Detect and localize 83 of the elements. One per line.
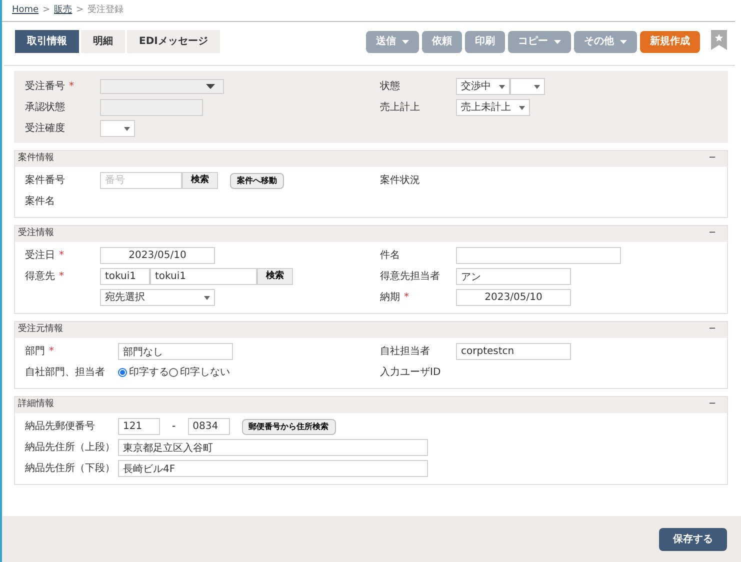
- text-field[interactable]: 部門なし: [118, 343, 233, 360]
- field-label: 入力ユーザID: [380, 366, 441, 380]
- dash-text: -: [171, 420, 177, 434]
- field-label: 案件状況: [380, 174, 420, 188]
- breadcrumb-link[interactable]: 販売: [54, 4, 72, 18]
- date-field[interactable]: 2023/05/10: [100, 247, 215, 264]
- caret-icon: [402, 40, 409, 44]
- date-field[interactable]: 2023/05/10: [456, 289, 571, 306]
- select-field[interactable]: 宛先選択: [100, 289, 215, 306]
- search-button[interactable]: 検索: [257, 268, 293, 285]
- postal-code-field[interactable]: 0834: [188, 418, 230, 435]
- caret-icon: [519, 106, 525, 110]
- collapse-toggle[interactable]: −: [708, 227, 724, 241]
- tab[interactable]: 取引情報: [15, 30, 79, 53]
- section-header[interactable]: 受注元情報 −: [15, 322, 727, 338]
- caret-icon: [124, 126, 130, 130]
- collapse-toggle[interactable]: −: [708, 323, 724, 337]
- section-header[interactable]: 案件情報 −: [15, 151, 727, 167]
- code-field[interactable]: tokui1: [100, 268, 150, 285]
- field-label: 自社部門、担当者: [25, 366, 105, 380]
- required-mark: *: [49, 345, 54, 359]
- name-field[interactable]: tokui1: [150, 268, 257, 285]
- tab[interactable]: EDIメッセージ: [127, 30, 220, 53]
- select-field[interactable]: [100, 120, 135, 137]
- field-label: 状態: [380, 80, 400, 94]
- field-label: 納品先郵便番号: [25, 420, 95, 434]
- select-field[interactable]: 売上未計上: [456, 99, 530, 116]
- section-header[interactable]: 詳細情報 −: [15, 397, 727, 413]
- field-label: 得意先: [25, 270, 55, 284]
- collapse-toggle[interactable]: −: [708, 398, 724, 412]
- bookmark-icon[interactable]: [711, 30, 727, 50]
- field-label: 件名: [380, 249, 400, 263]
- breadcrumb-separator: >: [76, 4, 84, 17]
- section-header[interactable]: 受注情報 −: [15, 226, 727, 242]
- save-button[interactable]: 保存する: [659, 528, 727, 550]
- text-field[interactable]: [456, 247, 621, 264]
- breadcrumb-current: 受注登録: [88, 4, 124, 17]
- text-field[interactable]: corptestcn: [456, 343, 571, 360]
- status-field[interactable]: [100, 99, 203, 116]
- address-field[interactable]: 長崎ビル4F: [118, 460, 428, 477]
- caret-icon: [534, 84, 540, 88]
- field-label: 受注番号: [25, 80, 65, 94]
- field-label: 受注日: [25, 248, 55, 263]
- field-label: 得意先担当者: [380, 270, 440, 284]
- required-mark: *: [404, 291, 409, 305]
- radio-option[interactable]: 印字しない: [169, 365, 230, 380]
- field-label: 部門: [25, 344, 45, 359]
- required-mark: *: [59, 270, 64, 284]
- section-title: 受注情報: [18, 227, 54, 240]
- collapse-toggle[interactable]: −: [708, 152, 724, 166]
- caret-icon: [206, 84, 215, 89]
- field-label: 納品先住所（上段）: [25, 440, 115, 455]
- search-button[interactable]: 検索: [182, 172, 218, 189]
- dropdown-field[interactable]: [100, 79, 224, 94]
- required-mark: *: [59, 249, 64, 263]
- select-field[interactable]: [510, 78, 545, 95]
- tab[interactable]: 明細: [81, 30, 125, 53]
- field-label: 自社担当者: [380, 344, 430, 359]
- section-title: 受注元情報: [18, 323, 63, 336]
- field-label: 納期: [380, 290, 400, 305]
- caret-icon: [499, 84, 505, 88]
- field-label: 案件名: [25, 194, 55, 209]
- caret-icon: [204, 296, 210, 300]
- address-field[interactable]: 東京都足立区入谷町: [118, 439, 428, 456]
- section-title: 詳細情報: [18, 398, 54, 412]
- select-field[interactable]: 交渉中: [456, 78, 510, 95]
- action-button[interactable]: 案件へ移動: [230, 172, 284, 188]
- radio-option[interactable]: 印字する: [118, 365, 169, 380]
- field-label: 売上計上: [380, 100, 420, 115]
- caret-icon: [620, 40, 627, 44]
- section-title: 案件情報: [18, 152, 54, 166]
- field-label: 納品先住所（下段）: [25, 462, 115, 476]
- text-field[interactable]: アン: [456, 268, 571, 285]
- number-field[interactable]: 番号: [100, 172, 182, 189]
- field-label: 承認状態: [25, 100, 65, 115]
- action-button[interactable]: 郵便番号から住所検索: [242, 418, 336, 434]
- breadcrumb-link[interactable]: Home: [12, 4, 39, 18]
- required-mark: *: [69, 80, 74, 94]
- caret-icon: [554, 40, 561, 44]
- breadcrumb-separator: >: [42, 4, 50, 17]
- field-label: 受注確度: [25, 122, 65, 136]
- postal-code-field[interactable]: 121: [118, 418, 160, 435]
- field-label: 案件番号: [25, 174, 65, 188]
